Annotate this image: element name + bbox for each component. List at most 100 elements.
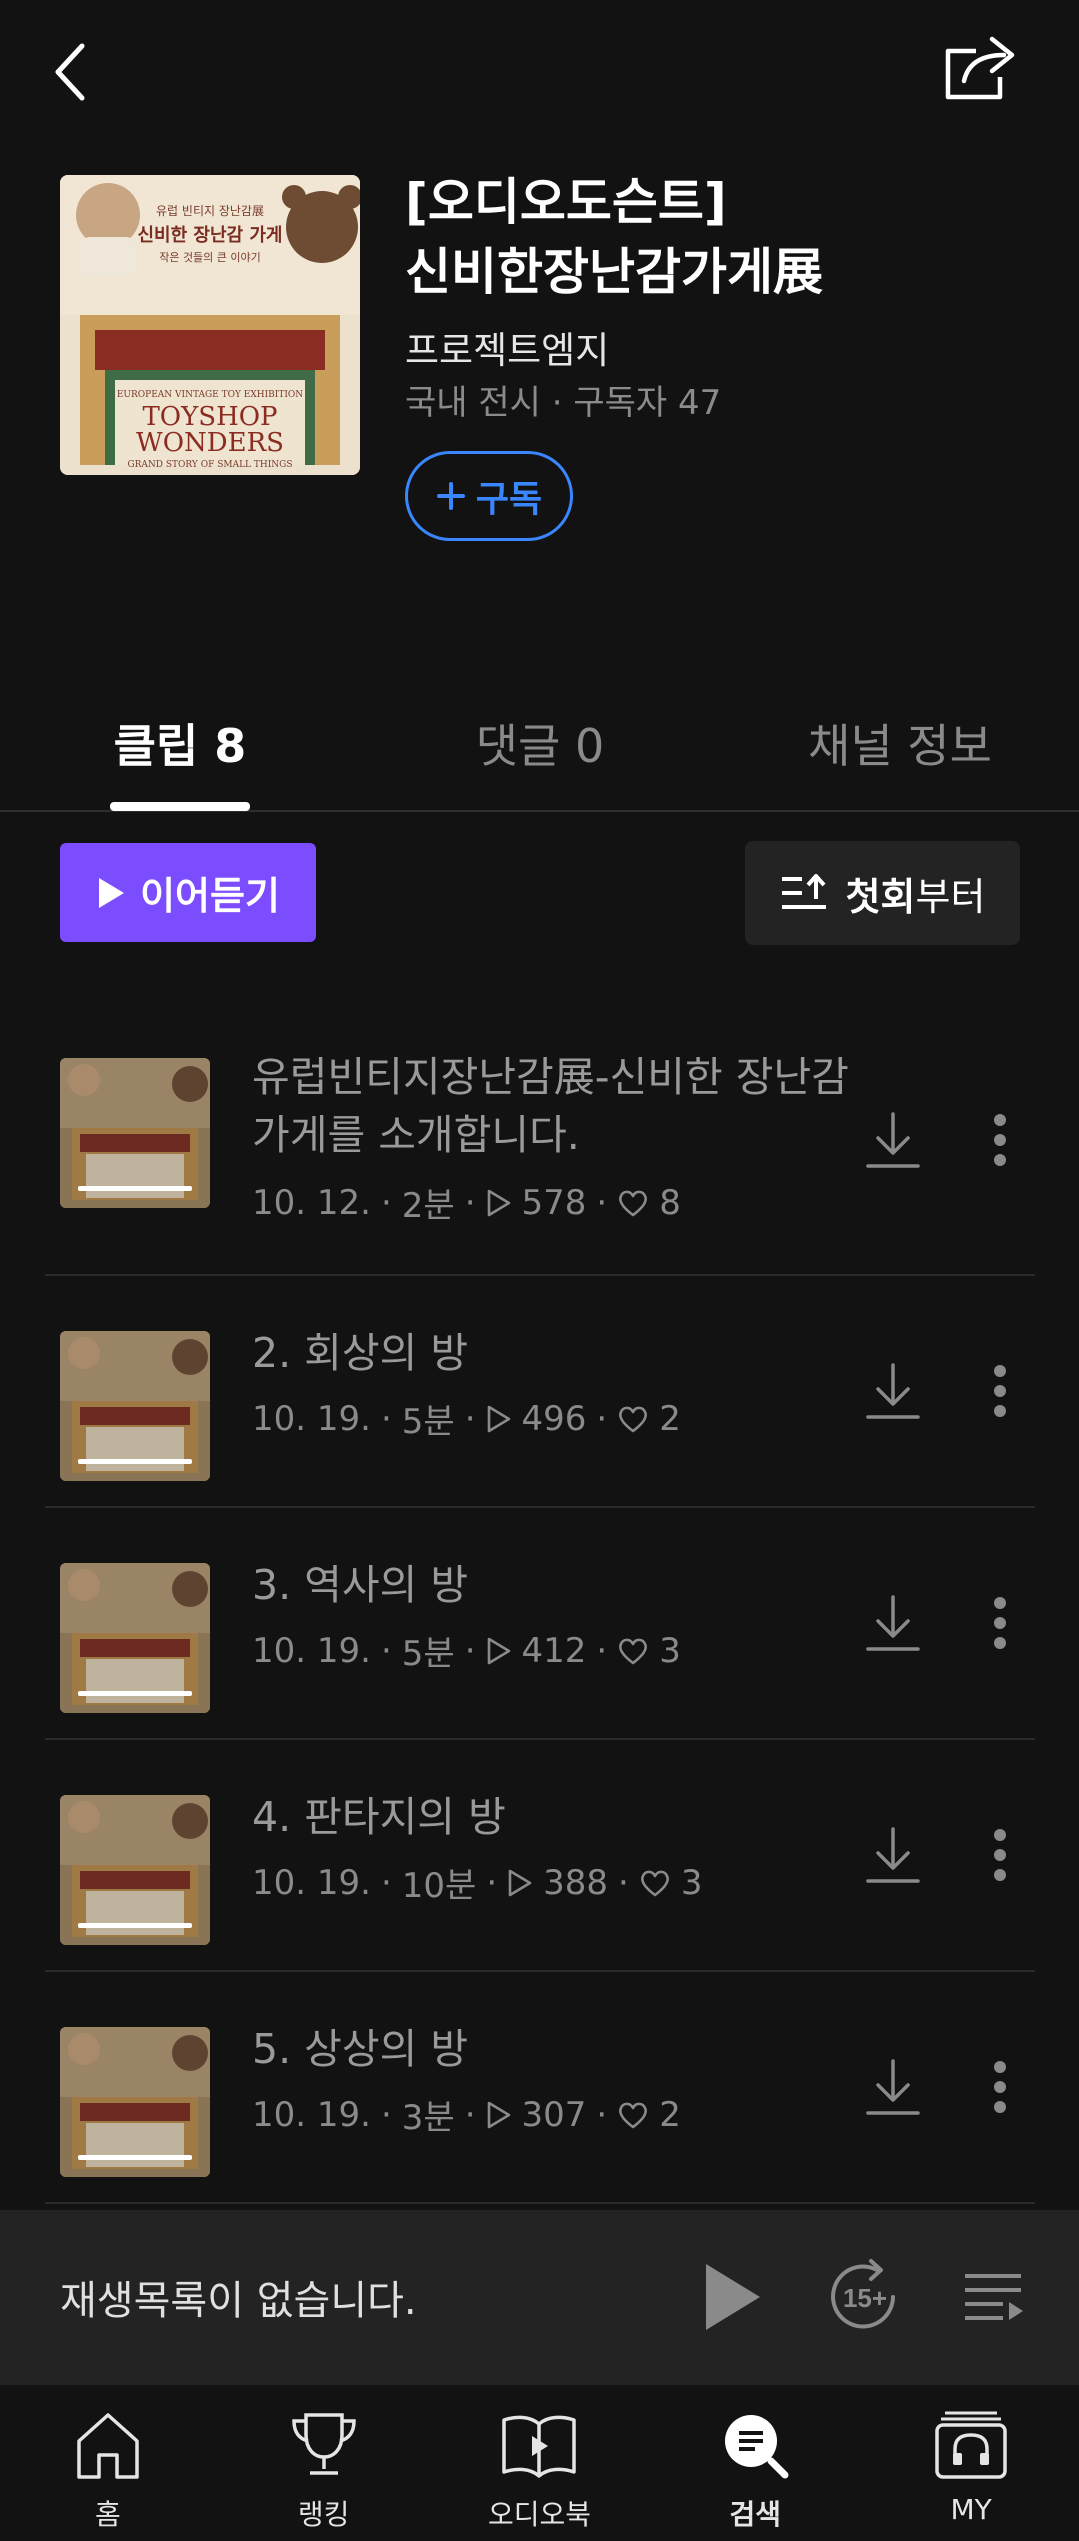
download-button[interactable] — [857, 1351, 929, 1431]
tab-channel-info[interactable]: 채널 정보 — [800, 710, 1000, 776]
back-button[interactable] — [40, 36, 100, 108]
clip-item[interactable]: 3. 역사의 방 10. 19. · 5분 · 412 · 3 — [45, 1508, 1035, 1740]
clip-item[interactable]: 5. 상상의 방 10. 19. · 3분 · 307 · 2 — [45, 1972, 1035, 2204]
mini-player: 재생목록이 없습니다. 15+ — [0, 2210, 1079, 2385]
meta-separator: · — [464, 2094, 476, 2135]
channel-header: 유럽 빈티지 장난감展 신비한 장난감 가게 작은 것들의 큰 이야기 EURO… — [60, 173, 1040, 555]
download-icon — [866, 1112, 920, 1168]
more-vertical-icon — [994, 1114, 1006, 1166]
subscribe-label: 구독 — [475, 479, 543, 520]
home-icon — [77, 2413, 139, 2479]
clip-duration: 5분 — [401, 1402, 455, 1442]
nav-label-audiobook: 오디오북 — [487, 2498, 592, 2531]
clip-meta: 10. 12. · 2분 · 578 · 8 — [252, 1178, 681, 1227]
heart-icon — [619, 2102, 648, 2128]
sort-from-first-button[interactable]: 첫회부터 — [745, 841, 1020, 945]
active-tab-indicator — [110, 802, 250, 811]
cover-en-line3: WONDERS — [136, 428, 284, 458]
skip-forward-15-icon: 15+ — [831, 2259, 895, 2329]
meta-separator: · — [380, 1862, 392, 1903]
nav-ranking[interactable]: 랭킹 — [216, 2385, 432, 2541]
play-count-icon — [487, 1405, 510, 1432]
more-options-button[interactable] — [980, 2047, 1020, 2127]
play-count-icon — [508, 1869, 532, 1896]
play-icon — [99, 877, 125, 908]
continue-label: 이어듣기 — [140, 874, 280, 918]
clip-thumbnail — [60, 1331, 210, 1481]
clip-title: 유럽빈티지장난감展-신비한 장난감 가게를 소개합니다. — [252, 1053, 849, 1159]
tab-bar: 클립 8 댓글 0 채널 정보 — [0, 690, 1079, 812]
cover-line1: 유럽 빈티지 장난감展 — [156, 204, 264, 218]
player-play-button[interactable] — [690, 2252, 774, 2342]
meta-separator: · — [596, 2094, 608, 2135]
play-count-icon — [487, 1637, 510, 1664]
download-button[interactable] — [857, 2047, 929, 2127]
more-options-button[interactable] — [980, 1583, 1020, 1663]
continue-listening-button[interactable]: 이어듣기 — [60, 843, 316, 942]
nav-label-search: 검색 — [729, 2498, 782, 2531]
plus-icon — [436, 482, 465, 510]
meta-separator: · — [380, 1398, 392, 1439]
download-icon — [866, 1595, 920, 1651]
clip-date: 10. 19. — [252, 2094, 371, 2135]
download-button[interactable] — [857, 1583, 929, 1663]
playlist-button[interactable] — [955, 2258, 1031, 2338]
meta-separator: · — [464, 1630, 476, 1671]
tab-clips[interactable]: 클립 8 — [92, 710, 268, 776]
top-bar — [0, 0, 1079, 150]
clip-date: 10. 12. — [252, 1182, 371, 1223]
clip-thumbnail — [60, 1563, 210, 1713]
clip-plays: 307 — [521, 2094, 587, 2135]
clip-meta: 10. 19. · 3분 · 307 · 2 — [252, 2090, 681, 2139]
clip-likes: 3 — [659, 1630, 681, 1671]
cover-line3: 작은 것들의 큰 이야기 — [159, 251, 261, 264]
search-icon — [725, 2415, 789, 2479]
meta-separator: · — [464, 1182, 476, 1223]
clip-duration: 2분 — [401, 1186, 455, 1226]
meta-separator: · — [596, 1182, 608, 1223]
trophy-icon — [291, 2413, 356, 2475]
nav-home[interactable]: 홈 — [0, 2385, 216, 2541]
clip-meta: 10. 19. · 10분 · 388 · 3 — [252, 1858, 702, 1907]
clip-date: 10. 19. — [252, 1630, 371, 1671]
nav-search[interactable]: 검색 — [647, 2385, 863, 2541]
clip-item[interactable]: 유럽빈티지장난감展-신비한 장난감 가게를 소개합니다. 10. 12. · 2… — [45, 1000, 1035, 1276]
download-button[interactable] — [857, 1100, 929, 1180]
cover-line2: 신비한 장난감 가게 — [137, 225, 282, 246]
more-options-button[interactable] — [980, 1100, 1020, 1180]
clip-date: 10. 19. — [252, 1862, 371, 1903]
nav-audiobook[interactable]: 오디오북 — [432, 2385, 648, 2541]
channel-author[interactable]: 프로젝트엠지 — [405, 320, 609, 374]
tab-comments[interactable]: 댓글 0 — [450, 710, 630, 776]
clip-duration: 10분 — [401, 1866, 477, 1906]
clip-title: 4. 판타지의 방 — [252, 1793, 506, 1841]
more-options-button[interactable] — [980, 1815, 1020, 1895]
clip-date: 10. 19. — [252, 1398, 371, 1439]
channel-meta: 국내 전시 · 구독자 47 — [405, 383, 722, 423]
share-button[interactable] — [940, 28, 1024, 108]
skip-forward-15-button[interactable]: 15+ — [820, 2252, 910, 2342]
meta-separator: · — [596, 1630, 608, 1671]
playlist-icon — [965, 2274, 1023, 2320]
subscribe-button[interactable]: 구독 — [405, 451, 573, 541]
download-button[interactable] — [857, 1815, 929, 1895]
nav-my[interactable]: MY — [863, 2385, 1079, 2541]
clip-thumbnail — [60, 2027, 210, 2177]
clip-meta: 10. 19. · 5분 · 412 · 3 — [252, 1626, 681, 1675]
play-count-icon — [487, 2101, 510, 2128]
meta-separator: · — [618, 1862, 629, 1903]
bottom-navigation: 홈 랭킹 오디오북 검색 MY — [0, 2385, 1079, 2541]
clip-title: 2. 회상의 방 — [252, 1329, 469, 1377]
clip-thumbnail — [60, 1058, 210, 1208]
download-icon — [866, 2059, 920, 2115]
clip-duration: 3분 — [401, 2098, 455, 2138]
clip-plays: 412 — [521, 1630, 587, 1671]
headphones-icon — [935, 2411, 1007, 2479]
more-options-button[interactable] — [980, 1351, 1020, 1431]
clip-item[interactable]: 2. 회상의 방 10. 19. · 5분 · 496 · 2 — [45, 1276, 1035, 1508]
meta-separator: · — [380, 2094, 392, 2135]
heart-icon — [640, 1870, 669, 1896]
meta-separator: · — [596, 1398, 608, 1439]
sort-icon — [781, 874, 826, 909]
clip-item[interactable]: 4. 판타지의 방 10. 19. · 10분 · 388 · 3 — [45, 1740, 1035, 1972]
